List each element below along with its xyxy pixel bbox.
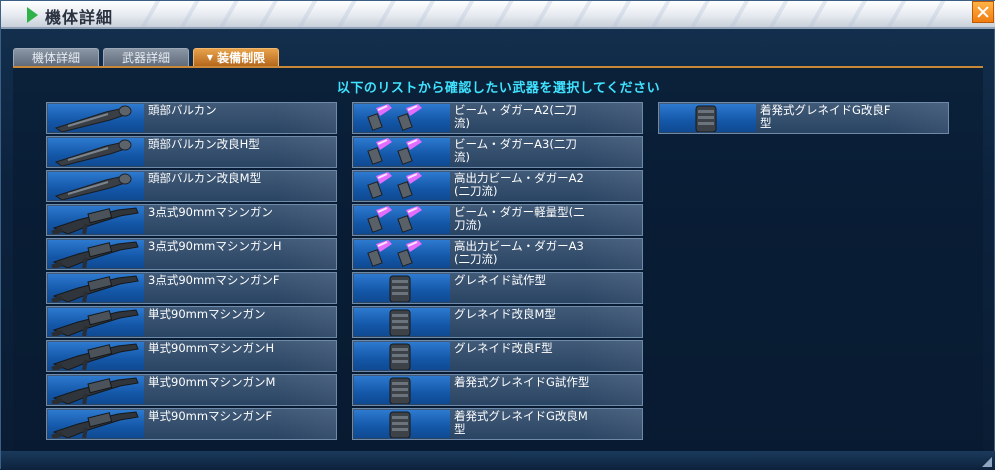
weapon-name: 3点式90mmマシンガンF [148,273,280,287]
close-button[interactable] [972,1,994,23]
tab-equipment-restrictions[interactable]: ▼ 装備制限 [193,48,279,67]
weapon-name: 着発式グレネイドG改良F 型 [760,103,891,130]
tab-label: 機体詳細 [31,51,80,65]
weapon-column-1: 頭部バルカン頭部バルカン改良H型 頭部バルカン改良M型 3点式90mmマシンガン 3点… [46,102,337,442]
beam-dagger-icon [354,104,450,132]
title-bar: 機体詳細 [1,1,995,29]
equipment-window: 機体詳細 機体詳細 武器詳細 ▼ 装備制限 以下のリストから確認したい武器を選択し… [0,0,995,470]
weapon-list-item[interactable]: 頭部バルカン改良H型 [46,136,337,168]
weapon-name: グレネイド改良M型 [454,307,556,321]
beam-dagger-icon [354,206,450,234]
weapon-name: 頭部バルカン [148,103,217,117]
grenade-icon [354,308,450,336]
weapon-name: 着発式グレネイドG改良M 型 [454,409,588,436]
tab-machine-details[interactable]: 機体詳細 [13,48,99,67]
title-arrow-icon [27,7,38,23]
weapon-list-item[interactable]: 頭部バルカン [46,102,337,134]
weapon-list-item[interactable]: 頭部バルカン改良M型 [46,170,337,202]
window-title: 機体詳細 [45,8,114,27]
weapon-name: ビーム・ダガー軽量型(二 刀流) [454,205,585,232]
weapon-name: 単式90mmマシンガンM [148,375,276,389]
tab-label: 装備制限 [217,51,266,65]
weapon-name: 着発式グレネイドG試作型 [454,375,590,389]
weapon-name: ビーム・ダガーA3(二刀 流) [454,137,577,164]
weapon-list-item[interactable]: 着発式グレネイドG改良F 型 [658,102,949,134]
grenade-icon [354,274,450,302]
weapon-list-item[interactable]: 単式90mmマシンガンH [46,340,337,372]
vulcan-icon [48,104,144,132]
weapon-list-item[interactable]: 単式90mmマシンガン [46,306,337,338]
weapon-name: グレネイド試作型 [454,273,546,287]
weapon-column-2: ビーム・ダガーA2(二刀 流) ビーム・ダガーA3(二刀 流) 高出力ビーム・ダガー… [352,102,643,442]
beam-dagger-icon [354,172,450,200]
weapon-list-item[interactable]: 単式90mmマシンガンM [46,374,337,406]
grenade-icon [660,104,756,132]
vulcan-icon [48,172,144,200]
grenade-icon [354,376,450,404]
weapon-name: 3点式90mmマシンガンH [148,239,282,253]
weapon-name: 単式90mmマシンガン [148,307,266,321]
weapon-list-item[interactable]: 着発式グレネイドG改良M 型 [352,408,643,440]
resize-handle-icon[interactable] [982,457,992,467]
tab-weapon-details[interactable]: 武器詳細 [103,48,189,67]
weapon-list-item[interactable]: 3点式90mmマシンガンH [46,238,337,270]
beam-dagger-icon [354,138,450,166]
weapon-list-item[interactable]: 着発式グレネイドG試作型 [352,374,643,406]
weapon-list-item[interactable]: グレネイド試作型 [352,272,643,304]
machine-gun-icon [48,240,144,268]
weapon-list-item[interactable]: グレネイド改良F型 [352,340,643,372]
machine-gun-icon [48,410,144,438]
weapon-list-item[interactable]: 3点式90mmマシンガン [46,204,337,236]
vulcan-icon [48,138,144,166]
chevron-down-icon: ▼ [206,53,214,62]
weapon-name: 3点式90mmマシンガン [148,205,273,219]
machine-gun-icon [48,376,144,404]
weapon-name: グレネイド改良F型 [454,341,553,355]
weapon-name: ビーム・ダガーA2(二刀 流) [454,103,577,130]
weapon-name: 高出力ビーム・ダガーA2 (二刀流) [454,171,584,198]
weapon-list-item[interactable]: ビーム・ダガー軽量型(二 刀流) [352,204,643,236]
weapon-name: 単式90mmマシンガンF [148,409,273,423]
tab-label: 武器詳細 [121,51,170,65]
weapon-list-item[interactable]: 単式90mmマシンガンF [46,408,337,440]
beam-dagger-icon [354,240,450,268]
weapon-name: 高出力ビーム・ダガーA3 (二刀流) [454,239,584,266]
machine-gun-icon [48,206,144,234]
title-decoration [121,1,961,27]
weapon-list-item[interactable]: 高出力ビーム・ダガーA3 (二刀流) [352,238,643,270]
weapon-list-item[interactable]: ビーム・ダガーA2(二刀 流) [352,102,643,134]
instruction-text: 以下のリストから確認したい武器を選択してください [336,81,661,96]
weapon-name: 単式90mmマシンガンH [148,341,275,355]
grenade-icon [354,410,450,438]
machine-gun-icon [48,308,144,336]
bottom-bar [1,451,995,470]
grenade-icon [354,342,450,370]
weapon-list-item[interactable]: ビーム・ダガーA3(二刀 流) [352,136,643,168]
weapon-list-item[interactable]: 高出力ビーム・ダガーA2 (二刀流) [352,170,643,202]
machine-gun-icon [48,342,144,370]
weapon-list-item[interactable]: グレネイド改良M型 [352,306,643,338]
weapon-list-item[interactable]: 3点式90mmマシンガンF [46,272,337,304]
weapon-name: 頭部バルカン改良H型 [148,137,260,151]
weapon-name: 頭部バルカン改良M型 [148,171,262,185]
weapon-column-3: 着発式グレネイドG改良F 型 [658,102,949,136]
machine-gun-icon [48,274,144,302]
